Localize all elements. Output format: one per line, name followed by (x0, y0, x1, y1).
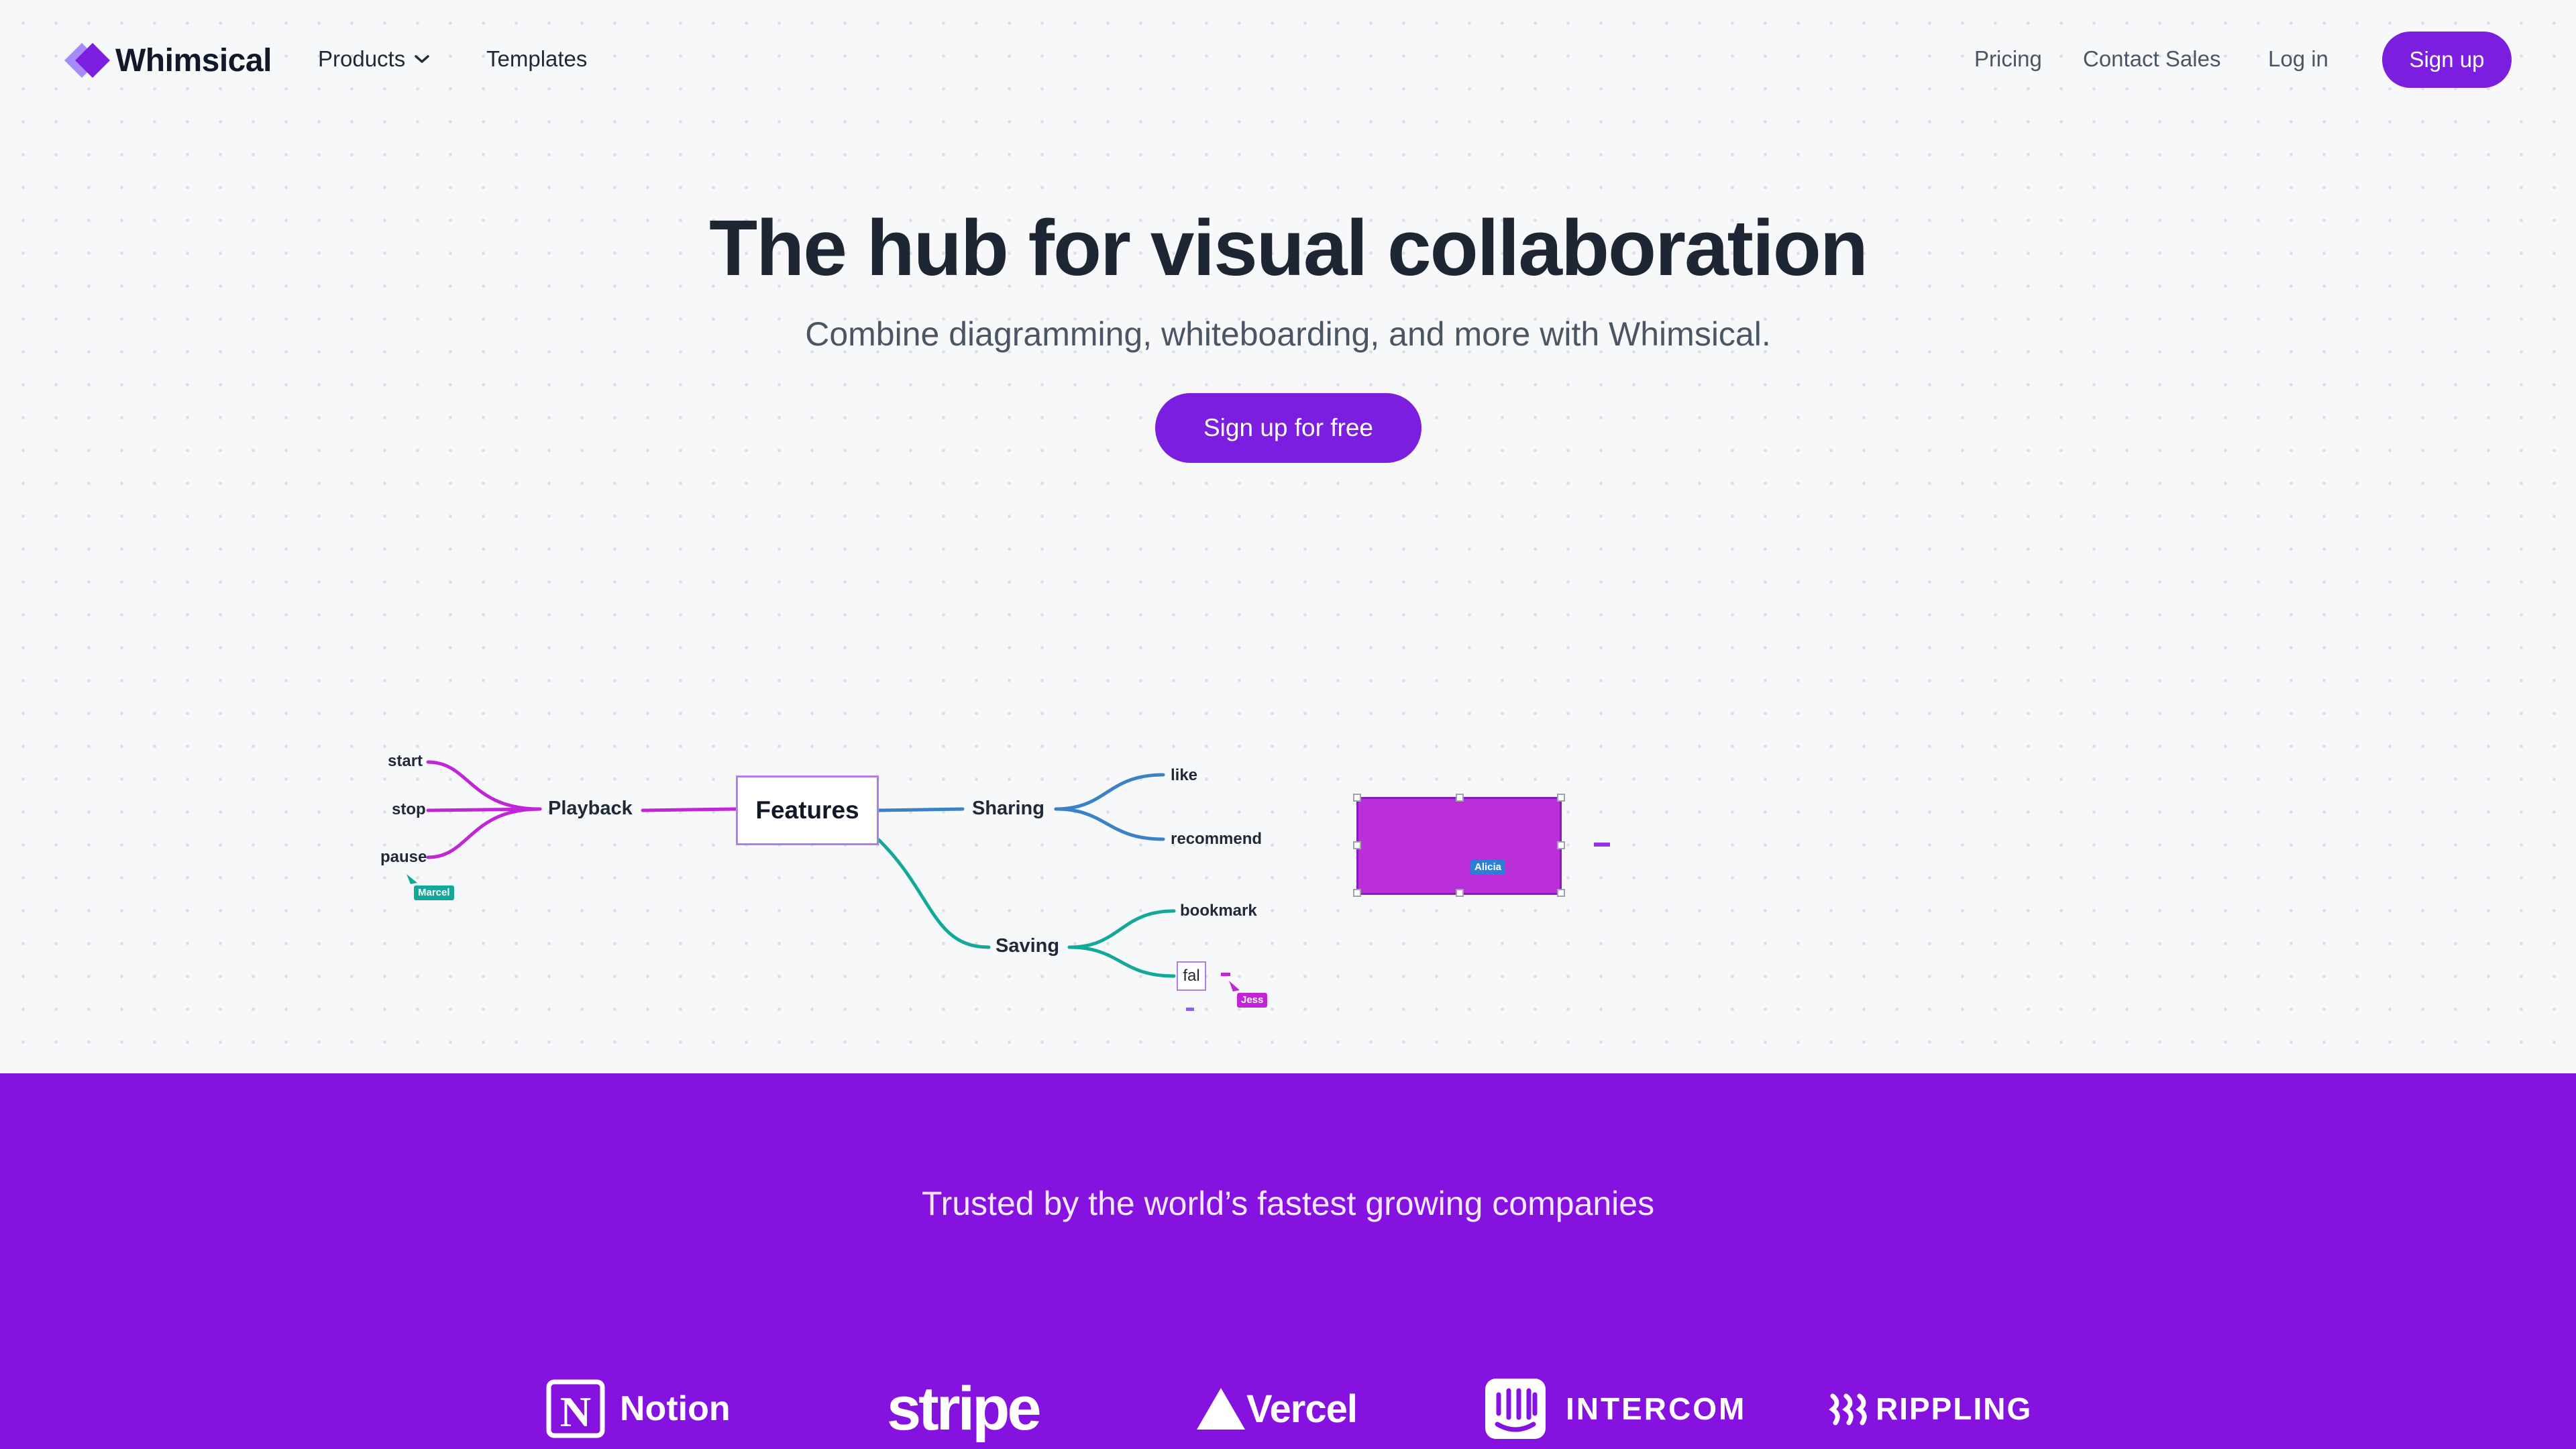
resize-handle[interactable] (1353, 841, 1361, 849)
resize-handle[interactable] (1456, 794, 1464, 802)
cursor-tag-alicia: Alicia (1470, 860, 1506, 875)
mindmap-node-sharing[interactable]: Sharing (972, 798, 1044, 820)
resize-handle[interactable] (1353, 889, 1361, 897)
resize-handle[interactable] (1456, 889, 1464, 897)
trusted-by-title: Trusted by the world’s fastest growing c… (921, 1185, 1655, 1222)
notion-icon: N (546, 1379, 605, 1438)
mindmap-node-recommend[interactable]: recommend (1171, 830, 1262, 849)
mindmap-node-editing[interactable]: fal (1177, 961, 1206, 991)
cursor-tag-jess: Jess (1237, 993, 1268, 1008)
intercom-logo: INTERCOM (1485, 1377, 1746, 1441)
mindmap-root-node[interactable]: Features (736, 775, 879, 845)
stripe-logo: stripe (887, 1374, 1042, 1443)
svg-text:N: N (560, 1388, 591, 1436)
intercom-icon (1485, 1379, 1546, 1439)
rippling-wordmark: RIPPLING (1876, 1391, 2033, 1426)
cursor-tag-marcel: Marcel (414, 885, 454, 900)
mindmap-node-like[interactable]: like (1171, 766, 1197, 785)
resize-handle[interactable] (1557, 794, 1565, 802)
mindmap-node-bookmark[interactable]: bookmark (1180, 902, 1257, 920)
mindmap-connectors (407, 760, 1610, 1011)
vercel-wordmark: Vercel (1246, 1387, 1358, 1431)
vercel-logo: Vercel (1197, 1377, 1358, 1441)
stripe-wordmark: stripe (887, 1374, 1042, 1443)
mindmap-diagram: start stop pause Playback Marcel Feature… (0, 0, 2576, 1073)
resize-handle[interactable] (1557, 841, 1565, 849)
selected-shape[interactable] (1353, 794, 1565, 897)
mindmap-node-pause[interactable]: pause (380, 848, 427, 867)
notion-logo: N Notion (545, 1377, 731, 1441)
notion-wordmark: Notion (620, 1389, 731, 1428)
mindmap-node-saving[interactable]: Saving (996, 935, 1059, 957)
rippling-logo: RIPPLING (1829, 1377, 2032, 1441)
mindmap-node-stop[interactable]: stop (392, 800, 426, 819)
intercom-wordmark: INTERCOM (1566, 1391, 1747, 1426)
mindmap-node-playback[interactable]: Playback (548, 798, 633, 820)
resize-handle[interactable] (1557, 889, 1565, 897)
vercel-triangle-icon (1197, 1388, 1245, 1430)
mindmap-node-start[interactable]: start (388, 752, 423, 771)
rippling-icon (1829, 1393, 1867, 1426)
resize-handle[interactable] (1353, 794, 1361, 802)
